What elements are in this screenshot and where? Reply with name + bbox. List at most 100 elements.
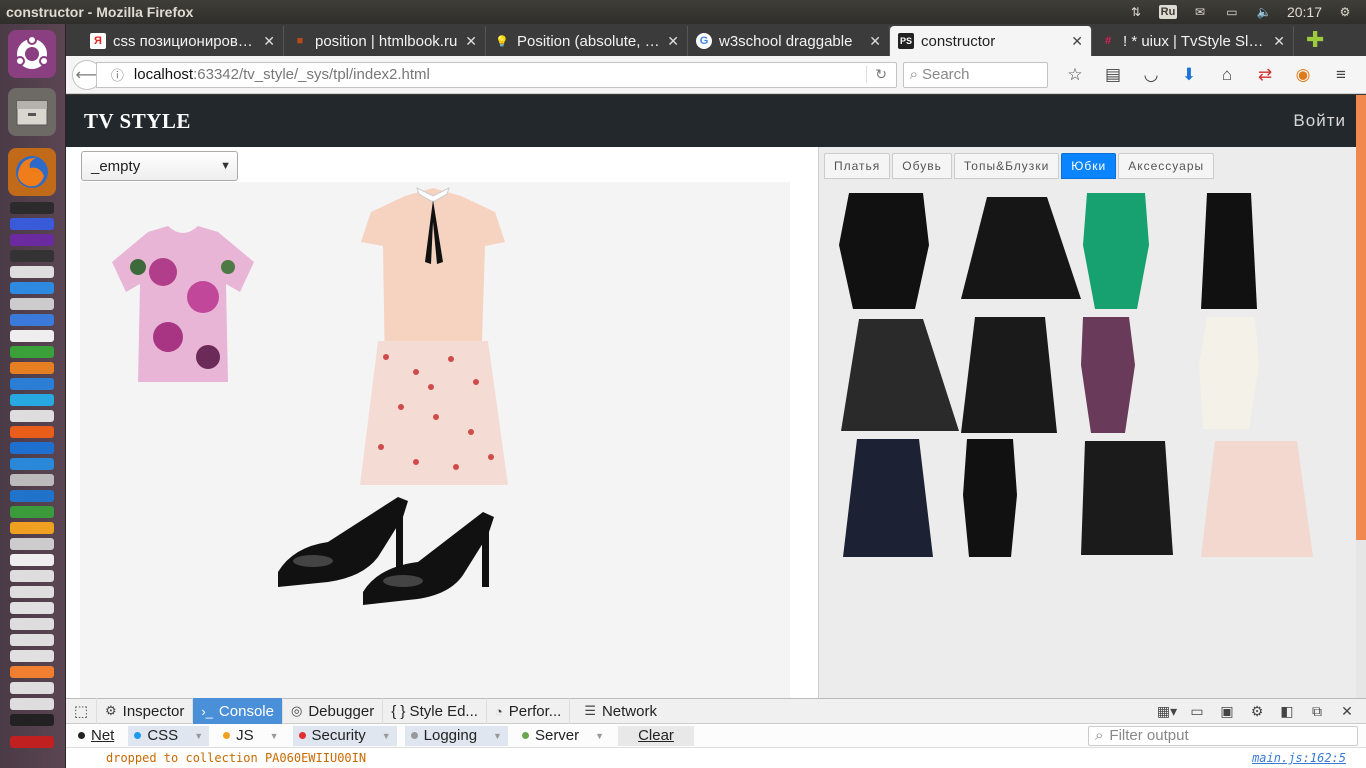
scratchpad-icon[interactable]: ▣ bbox=[1212, 703, 1242, 720]
chevron-down-icon[interactable]: ▼ bbox=[382, 731, 391, 741]
app-launcher-icon[interactable] bbox=[10, 682, 54, 694]
new-tab-plus-icon[interactable]: ✚ bbox=[1294, 27, 1336, 56]
split-console-icon[interactable]: ▦▾ bbox=[1152, 703, 1182, 720]
devtools-tab-network[interactable]: ☰ Network bbox=[569, 698, 665, 724]
close-tab-icon[interactable]: ✕ bbox=[1071, 33, 1083, 50]
ubuntu-dash-icon[interactable] bbox=[8, 30, 56, 78]
mail-icon[interactable]: ✉ bbox=[1191, 5, 1209, 19]
writer-icon[interactable] bbox=[10, 330, 54, 342]
app-launcher-icon[interactable] bbox=[10, 538, 54, 550]
chevron-down-icon[interactable]: ▼ bbox=[270, 731, 279, 741]
chevron-down-icon[interactable]: ▼ bbox=[493, 731, 502, 741]
keyboard-layout-indicator[interactable]: Ru bbox=[1158, 5, 1177, 19]
app-launcher-icon[interactable] bbox=[10, 554, 54, 566]
firefox-icon[interactable] bbox=[8, 148, 56, 196]
browser-tab[interactable]: # ! * uiux | TvStyle Slack ✕ bbox=[1092, 26, 1294, 56]
filter-output-input[interactable]: ⌕ Filter output bbox=[1088, 725, 1358, 746]
element-picker-icon[interactable]: ⬚ bbox=[66, 702, 96, 720]
devtools-tab-debugger[interactable]: ◎ Debugger bbox=[281, 698, 382, 724]
skirt-catalog-item[interactable] bbox=[1199, 317, 1259, 429]
browser-tab[interactable]: Я css позиционирование ✕ bbox=[82, 26, 284, 56]
tab-tops-blouses[interactable]: Топы&Блузки bbox=[953, 153, 1060, 179]
browser-tab[interactable]: ■ position | htmlbook.ru ✕ bbox=[284, 26, 486, 56]
filter-js[interactable]: JS ▼ bbox=[217, 726, 284, 746]
search-input[interactable]: ⌕ Search bbox=[902, 61, 1048, 88]
chevron-down-icon[interactable]: ▼ bbox=[194, 731, 203, 741]
page-scrollbar-thumb[interactable] bbox=[1356, 95, 1366, 540]
skype-icon[interactable] bbox=[10, 394, 54, 406]
browser-tab[interactable]: 💡 Position (absolute, relative) ✕ bbox=[486, 26, 688, 56]
heels-item[interactable] bbox=[268, 487, 518, 617]
clear-console-button[interactable]: Clear bbox=[618, 725, 694, 746]
app-launcher-icon[interactable] bbox=[10, 378, 54, 390]
console-source-link[interactable]: main.js:162:5 bbox=[1252, 751, 1346, 765]
skirt-catalog-item[interactable] bbox=[841, 319, 959, 431]
app-launcher-icon[interactable] bbox=[10, 634, 54, 646]
tab-shoes[interactable]: Обувь bbox=[892, 153, 952, 179]
site-info-icon[interactable]: ⓘ bbox=[111, 65, 124, 84]
skirt-catalog-item[interactable] bbox=[1081, 441, 1173, 555]
volume-icon[interactable]: 🔈 bbox=[1255, 5, 1273, 19]
webstorm-icon[interactable] bbox=[10, 202, 54, 214]
app-launcher-icon[interactable] bbox=[10, 602, 54, 614]
app-launcher-icon[interactable] bbox=[10, 218, 54, 230]
hamburger-menu-icon[interactable]: ≡ bbox=[1322, 65, 1360, 85]
skirt-catalog-item[interactable] bbox=[961, 317, 1057, 433]
app-launcher-icon[interactable] bbox=[10, 474, 54, 486]
skirt-catalog-item[interactable] bbox=[961, 197, 1081, 299]
impress-icon[interactable] bbox=[10, 362, 54, 374]
sync-arrows-icon[interactable]: ⇄ bbox=[1246, 65, 1284, 85]
devtools-tab-console[interactable]: ›_ Console bbox=[192, 698, 282, 724]
files-icon[interactable] bbox=[8, 88, 56, 136]
close-tab-icon[interactable]: ✕ bbox=[667, 33, 679, 50]
pocket-icon[interactable]: ◡ bbox=[1132, 65, 1170, 85]
website-copier-icon[interactable] bbox=[10, 714, 54, 726]
bookmark-star-icon[interactable]: ☆ bbox=[1056, 65, 1094, 85]
skirt-catalog-item[interactable] bbox=[839, 193, 929, 309]
responsive-mode-icon[interactable]: ▭ bbox=[1182, 703, 1212, 720]
skirt-catalog-item[interactable] bbox=[1081, 317, 1135, 433]
filter-css[interactable]: CSS ▼ bbox=[128, 725, 210, 746]
tab-accessories[interactable]: Аксессуары bbox=[1118, 153, 1215, 179]
outfit-canvas[interactable] bbox=[80, 182, 790, 698]
floral-top-item[interactable] bbox=[108, 222, 258, 392]
filter-net[interactable]: Net bbox=[72, 726, 120, 746]
app-launcher-icon[interactable] bbox=[10, 618, 54, 630]
app-launcher-icon[interactable] bbox=[10, 442, 54, 454]
filter-logging[interactable]: Logging ▼ bbox=[404, 725, 508, 746]
skirt-catalog-item[interactable] bbox=[1083, 193, 1149, 309]
filter-security[interactable]: Security ▼ bbox=[292, 725, 397, 746]
app-launcher-icon[interactable] bbox=[10, 698, 54, 710]
floral-skirt-item[interactable] bbox=[356, 337, 511, 492]
app-launcher-icon[interactable] bbox=[10, 586, 54, 598]
dock-side-icon[interactable]: ◧ bbox=[1272, 703, 1302, 720]
close-tab-icon[interactable]: ✕ bbox=[263, 33, 275, 50]
app-launcher-icon[interactable] bbox=[10, 234, 54, 246]
close-tab-icon[interactable]: ✕ bbox=[465, 33, 477, 50]
app-launcher-icon[interactable] bbox=[10, 490, 54, 502]
app-launcher-icon[interactable] bbox=[10, 522, 54, 534]
app-launcher-icon[interactable] bbox=[10, 314, 54, 326]
url-bar[interactable]: ⓘ localhost:63342/tv_style/_sys/tpl/inde… bbox=[95, 61, 897, 88]
app-launcher-icon[interactable] bbox=[10, 458, 54, 470]
login-link[interactable]: Войти bbox=[1293, 111, 1346, 131]
app-launcher-icon[interactable] bbox=[10, 666, 54, 678]
downloads-arrow-icon[interactable]: ⬇ bbox=[1170, 65, 1208, 85]
home-icon[interactable]: ⌂ bbox=[1208, 65, 1246, 85]
skirt-catalog-item[interactable] bbox=[963, 439, 1017, 557]
app-launcher-icon[interactable] bbox=[10, 736, 54, 748]
settings-gear-icon[interactable]: ⚙ bbox=[1242, 703, 1272, 720]
battery-icon[interactable]: ▭ bbox=[1223, 5, 1241, 19]
skirt-catalog-item[interactable] bbox=[1201, 441, 1313, 557]
devtools-tab-inspector[interactable]: ⚙ Inspector bbox=[96, 698, 192, 724]
clock[interactable]: 20:17 bbox=[1287, 4, 1322, 20]
calc-icon[interactable] bbox=[10, 346, 54, 358]
app-launcher-icon[interactable] bbox=[10, 506, 54, 518]
reading-list-icon[interactable]: ▤ bbox=[1094, 65, 1132, 85]
power-gear-icon[interactable]: ⚙ bbox=[1336, 5, 1354, 19]
terminal-icon[interactable] bbox=[10, 250, 54, 262]
app-launcher-icon[interactable] bbox=[10, 282, 54, 294]
network-transfer-icon[interactable]: ⇅ bbox=[1127, 5, 1145, 19]
app-launcher-icon[interactable] bbox=[10, 410, 54, 422]
app-launcher-icon[interactable] bbox=[10, 650, 54, 662]
